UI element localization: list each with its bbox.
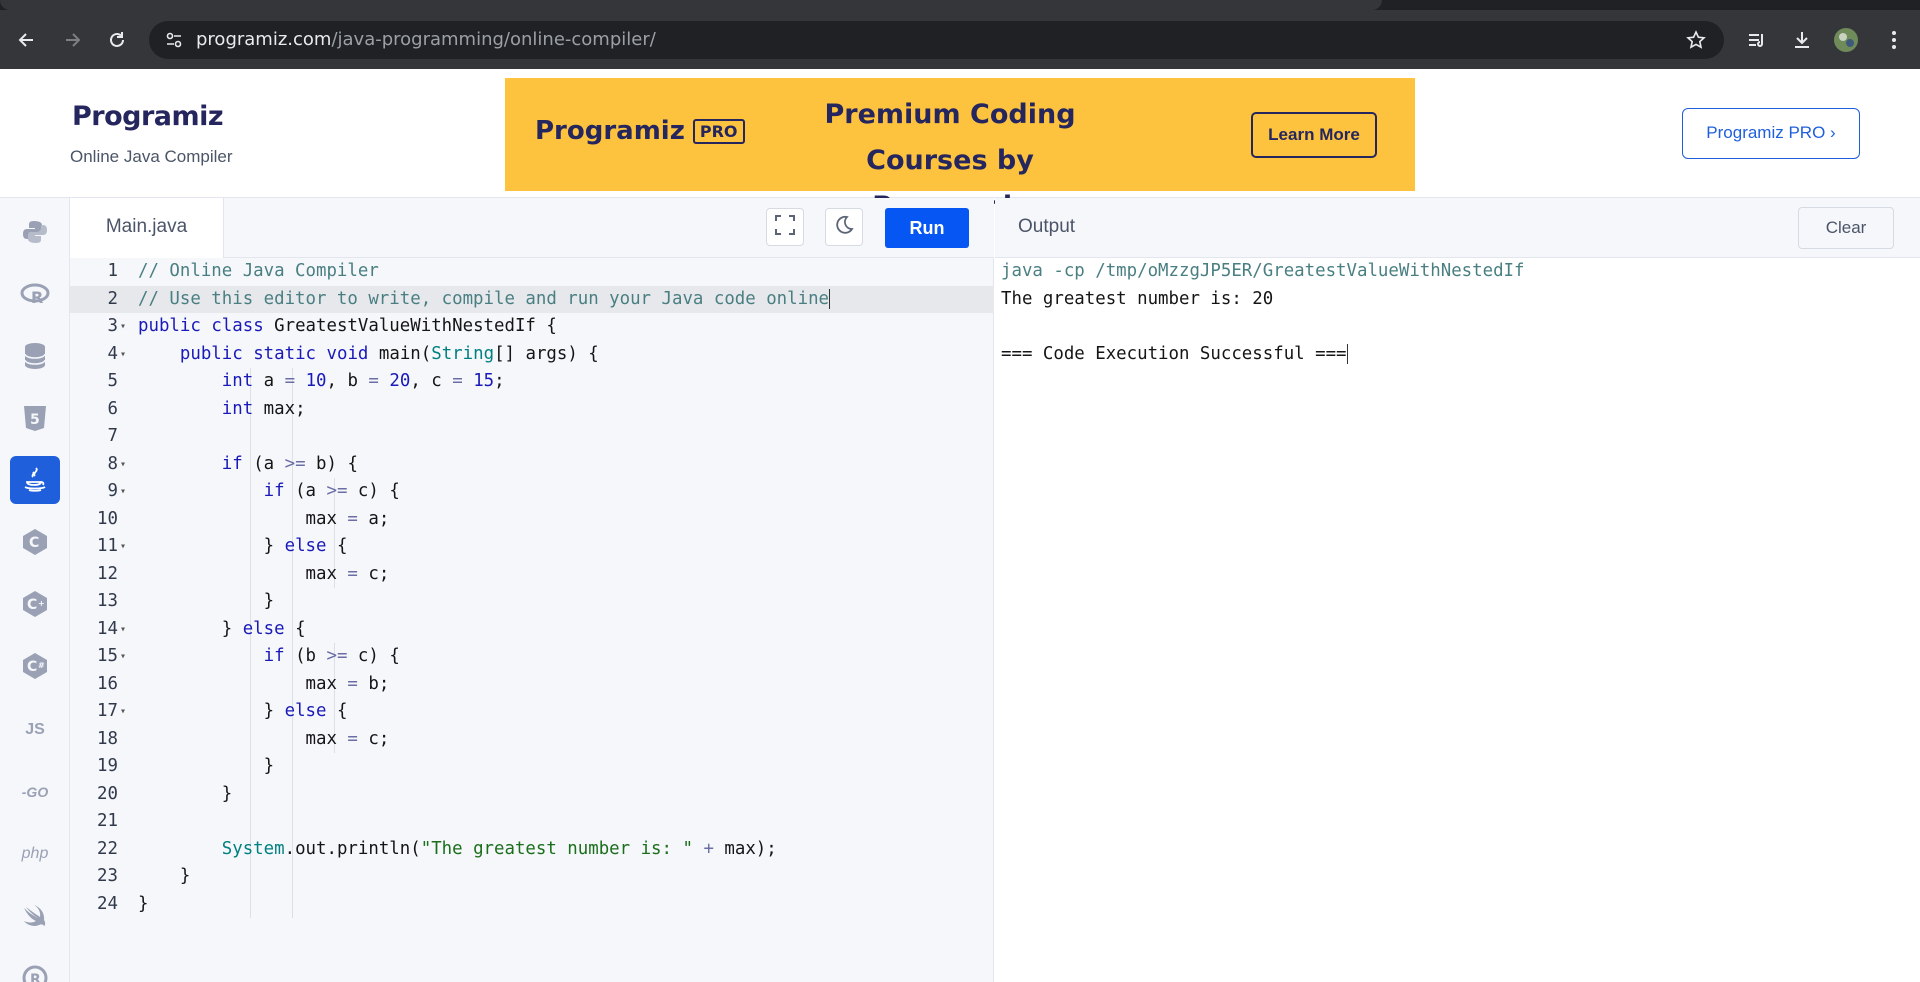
file-tab-main-java[interactable]: Main.java — [70, 198, 224, 258]
code-line: 23 } — [97, 866, 191, 886]
back-icon[interactable] — [7, 10, 47, 69]
code-line: 22 System.out.println("The greatest numb… — [97, 838, 777, 859]
code-line: 17 ▾ } else { — [97, 701, 348, 721]
reading-list-icon[interactable] — [1737, 10, 1777, 69]
code-line: 7 — [107, 426, 118, 446]
page-title: Online Java Compiler — [70, 147, 233, 166]
svg-text:R: R — [30, 972, 41, 982]
svg-text:#: # — [38, 661, 45, 670]
language-sidebar: R 5 C C + C # JS -GO php R — [0, 198, 70, 982]
code-line: 3 ▾ public class GreatestValueWithNestedIf… — [107, 316, 557, 336]
code-line: 12 max = c; — [97, 563, 390, 584]
ad-banner[interactable]: ProgramizPRO Premium Coding Courses by P… — [505, 78, 1415, 222]
php-icon[interactable]: php — [10, 830, 60, 878]
banner-logo: Programiz PRO — [535, 116, 745, 146]
output-line: java -cp /tmp/oMzzgJP5ER/GreatestValueWi… — [1001, 261, 1525, 281]
url-text[interactable]: programiz.com/java-programming/online-co… — [196, 21, 656, 59]
code-line: 8 ▾ if (a >= b) { — [107, 453, 358, 474]
cpp-icon[interactable]: C + — [10, 580, 60, 628]
code-line: 2// Use this editor to write, compile an… — [70, 285, 994, 313]
svg-text:+: + — [38, 599, 45, 608]
code-line: 15 ▾ if (b >= c) { — [97, 646, 400, 666]
output-line: === Code Execution Successful === — [1001, 343, 1348, 364]
code-line: 1// Online Java Compiler — [107, 261, 379, 281]
address-bar[interactable]: programiz.com/java-programming/online-co… — [149, 21, 1724, 59]
output-line: The greatest number is: 20 — [1001, 288, 1274, 309]
dark-mode-button[interactable] — [825, 208, 863, 246]
code-line: 19 } — [97, 756, 275, 776]
bookmark-star-icon[interactable] — [1686, 30, 1706, 55]
csharp-icon[interactable]: C # — [10, 642, 60, 690]
swift-icon[interactable] — [10, 892, 60, 940]
reload-icon[interactable] — [97, 10, 137, 69]
r-icon[interactable]: R — [10, 270, 60, 318]
html5-icon[interactable]: 5 — [10, 394, 60, 442]
svg-text:C: C — [27, 659, 37, 675]
code-line: 16 max = b; — [97, 673, 390, 694]
output-console[interactable]: java -cp /tmp/oMzzgJP5ER/GreatestValueWi… — [995, 258, 1920, 982]
code-line: 6 int max; — [107, 398, 306, 419]
sql-database-icon[interactable] — [10, 332, 60, 380]
editor-header: Main.java Run — [70, 198, 994, 258]
active-tab[interactable] — [0, 0, 1382, 10]
download-icon[interactable] — [1782, 10, 1822, 69]
run-button[interactable]: Run — [885, 208, 969, 248]
code-line: 21 — [97, 811, 118, 831]
clear-button[interactable]: Clear — [1798, 207, 1894, 249]
javascript-icon[interactable]: JS — [10, 706, 60, 754]
learn-more-button[interactable]: Learn More — [1251, 112, 1377, 158]
code-editor[interactable]: 1// Online Java Compiler 2// Use this ed… — [70, 258, 994, 982]
code-line: 18 max = c; — [97, 728, 390, 749]
output-title: Output — [1018, 216, 1076, 237]
code-line: 13 } — [97, 591, 275, 611]
output-header: Output Clear — [995, 198, 1920, 258]
code-line: 14 ▾ } else { — [97, 618, 306, 639]
programiz-pro-button[interactable]: Programiz PRO › — [1682, 108, 1860, 159]
browser-toolbar: programiz.com/java-programming/online-co… — [0, 10, 1920, 69]
code-line: 24} — [97, 893, 149, 914]
svg-text:C: C — [29, 535, 39, 551]
forward-icon[interactable] — [52, 10, 92, 69]
code-line: 9 ▾ if (a >= c) { — [107, 481, 400, 501]
programiz-logo[interactable]: Programiz — [72, 101, 224, 132]
go-icon[interactable]: -GO — [10, 768, 60, 816]
menu-kebab-icon[interactable] — [1874, 10, 1914, 69]
fullscreen-button[interactable] — [766, 208, 804, 246]
fullscreen-icon — [774, 214, 796, 241]
rust-icon[interactable]: R — [10, 954, 60, 982]
code-line: 5 int a = 10, b = 20, c = 15; — [107, 371, 505, 391]
moon-icon — [833, 214, 855, 241]
java-icon[interactable] — [10, 456, 60, 504]
site-header: Programiz Online Java Compiler Programiz… — [0, 69, 1920, 222]
code-line: 10 max = a; — [97, 508, 390, 529]
code-line: 4 ▾ public static void main(String[] args… — [107, 343, 599, 364]
code-line: 11 ▾ } else { — [97, 536, 348, 556]
tab-strip — [0, 0, 1920, 10]
svg-text:5: 5 — [30, 412, 40, 428]
c-icon[interactable]: C — [10, 518, 60, 566]
svg-text:R: R — [31, 288, 43, 306]
site-info-icon[interactable] — [165, 31, 183, 54]
python-icon[interactable] — [10, 208, 60, 256]
profile-avatar[interactable] — [1826, 10, 1866, 69]
svg-text:C: C — [27, 597, 37, 613]
code-line: 20 } — [97, 783, 233, 804]
